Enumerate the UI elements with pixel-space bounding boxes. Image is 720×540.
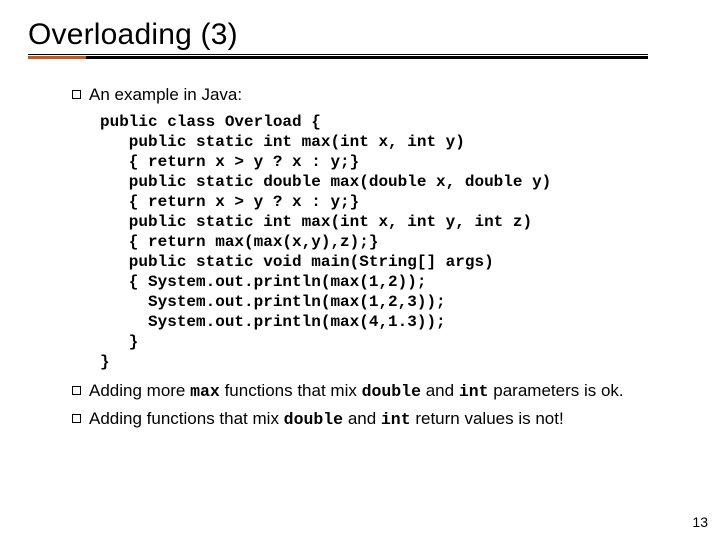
text-run: functions that mix	[220, 381, 362, 400]
slide-title: Overloading (3)	[28, 18, 692, 52]
title-underline	[28, 54, 648, 58]
rule-thick	[28, 56, 648, 59]
slide: Overloading (3) An example in Java: publ…	[0, 0, 720, 540]
code-block: public class Overload { public static in…	[100, 112, 692, 372]
rule-accent	[28, 56, 86, 59]
bullet-icon	[72, 414, 81, 423]
bullet-item: An example in Java:	[72, 84, 692, 106]
bullet-text: Adding functions that mix double and int…	[89, 408, 692, 430]
inline-code: int	[381, 410, 411, 429]
text-run: and	[343, 409, 381, 428]
bullet-item: Adding functions that mix double and int…	[72, 408, 692, 430]
bullet-icon	[72, 386, 81, 395]
title-block: Overloading (3)	[28, 18, 692, 64]
text-run: Adding more	[89, 381, 190, 400]
slide-body: An example in Java: public class Overloa…	[28, 84, 692, 430]
bullet-text: Adding more max functions that mix doubl…	[89, 380, 692, 402]
inline-code: double	[362, 382, 421, 401]
text-run: Adding functions that mix	[89, 409, 284, 428]
bullet-item: Adding more max functions that mix doubl…	[72, 380, 692, 402]
inline-code: max	[190, 382, 220, 401]
page-number: 13	[692, 514, 708, 530]
inline-code: int	[459, 382, 489, 401]
bullet-icon	[72, 90, 81, 99]
text-run: return values is not!	[411, 409, 564, 428]
text-run: and	[421, 381, 459, 400]
bullet-text: An example in Java:	[89, 84, 692, 106]
text-run: parameters is ok.	[489, 381, 624, 400]
inline-code: double	[284, 410, 343, 429]
rule-thin	[28, 54, 648, 55]
